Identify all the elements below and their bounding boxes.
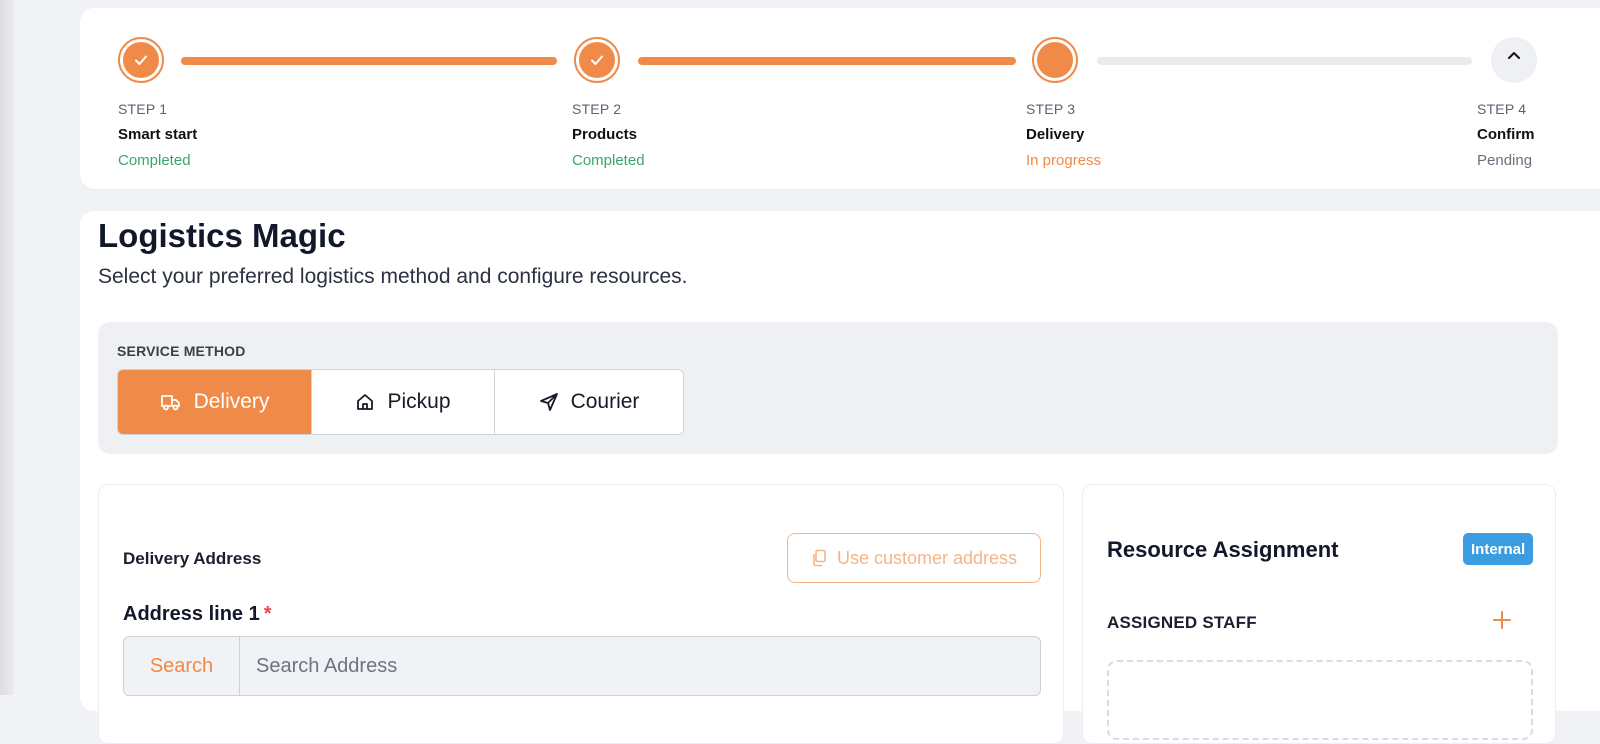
house-icon bbox=[357, 394, 374, 410]
pickup-method-label: Pickup bbox=[387, 390, 451, 413]
step-title: Confirm bbox=[1477, 126, 1535, 143]
logistics-card: Logistics Magic Select your preferred lo… bbox=[80, 211, 1600, 744]
service-method-label: SERVICE METHOD bbox=[117, 343, 246, 359]
resource-assignment-title: Resource Assignment bbox=[1107, 537, 1339, 562]
step-1-connector bbox=[181, 57, 557, 65]
resource-assignment-panel: Resource Assignment Internal ASSIGNED ST… bbox=[1082, 484, 1556, 744]
address-line-1-label: Address line 1 * bbox=[123, 603, 272, 625]
check-icon bbox=[591, 55, 603, 65]
send-icon bbox=[539, 393, 558, 411]
use-customer-address-label: Use customer address bbox=[836, 547, 1018, 568]
step-status: Completed bbox=[118, 152, 191, 169]
service-method-section: SERVICE METHOD Delivery Pickup Courier bbox=[98, 322, 1558, 454]
delivery-method-label: Delivery bbox=[193, 390, 270, 413]
address-line-1-input[interactable]: Search Search Address bbox=[123, 636, 1041, 696]
step-2-text: STEP 2 Products Completed bbox=[572, 101, 645, 169]
pickup-method-button[interactable]: Pickup bbox=[312, 370, 495, 434]
step-1-text: STEP 1 Smart start Completed bbox=[118, 101, 197, 169]
step-title: Delivery bbox=[1026, 126, 1085, 143]
step-2-indicator[interactable] bbox=[574, 37, 620, 83]
truck-icon bbox=[160, 395, 180, 411]
page-subtitle: Select your preferred logistics method a… bbox=[98, 265, 688, 288]
add-staff-plus-icon[interactable] bbox=[1491, 609, 1513, 631]
step-4-indicator[interactable] bbox=[1491, 37, 1537, 83]
progress-stepper: STEP 1 Smart start Completed STEP 2 Prod… bbox=[80, 8, 1600, 189]
step-title: Smart start bbox=[118, 126, 198, 143]
delivery-address-panel: Delivery Address Use customer address Ad… bbox=[98, 484, 1064, 744]
step-number: STEP 2 bbox=[572, 101, 622, 117]
internal-badge: Internal bbox=[1463, 533, 1534, 565]
use-customer-address-button[interactable]: Use customer address bbox=[787, 533, 1041, 583]
delivery-method-button[interactable]: Delivery bbox=[118, 370, 312, 434]
step-4-text: STEP 4 Confirm Pending bbox=[1477, 101, 1535, 169]
page-title: Logistics Magic bbox=[98, 217, 346, 254]
copy-icon bbox=[813, 549, 826, 567]
required-marker: * bbox=[263, 603, 272, 625]
step-3-connector bbox=[1097, 57, 1472, 65]
check-icon bbox=[135, 55, 147, 65]
step-number: STEP 1 bbox=[118, 101, 168, 117]
address-search-field[interactable]: Search Address bbox=[240, 637, 1040, 695]
step-title: Products bbox=[572, 126, 638, 143]
step-3-text: STEP 3 Delivery In progress bbox=[1026, 101, 1101, 169]
chevron-up-icon bbox=[1508, 52, 1520, 59]
delivery-address-heading: Delivery Address bbox=[123, 549, 262, 568]
assigned-staff-dropzone[interactable] bbox=[1107, 660, 1533, 740]
service-method-toggle: Delivery Pickup Courier bbox=[117, 369, 684, 435]
page-edge bbox=[0, 0, 14, 695]
courier-method-label: Courier bbox=[570, 390, 640, 413]
address-search-button[interactable]: Search bbox=[124, 637, 240, 695]
step-number: STEP 4 bbox=[1477, 101, 1527, 117]
step-3-indicator[interactable] bbox=[1032, 37, 1078, 83]
assigned-staff-label: ASSIGNED STAFF bbox=[1107, 613, 1257, 632]
step-status: Completed bbox=[572, 152, 645, 169]
step-status: Pending bbox=[1477, 152, 1533, 169]
step-1-indicator[interactable] bbox=[118, 37, 164, 83]
step-2-connector bbox=[638, 57, 1016, 65]
step-status: In progress bbox=[1026, 152, 1102, 169]
courier-method-button[interactable]: Courier bbox=[495, 370, 683, 434]
step-number: STEP 3 bbox=[1026, 101, 1076, 117]
